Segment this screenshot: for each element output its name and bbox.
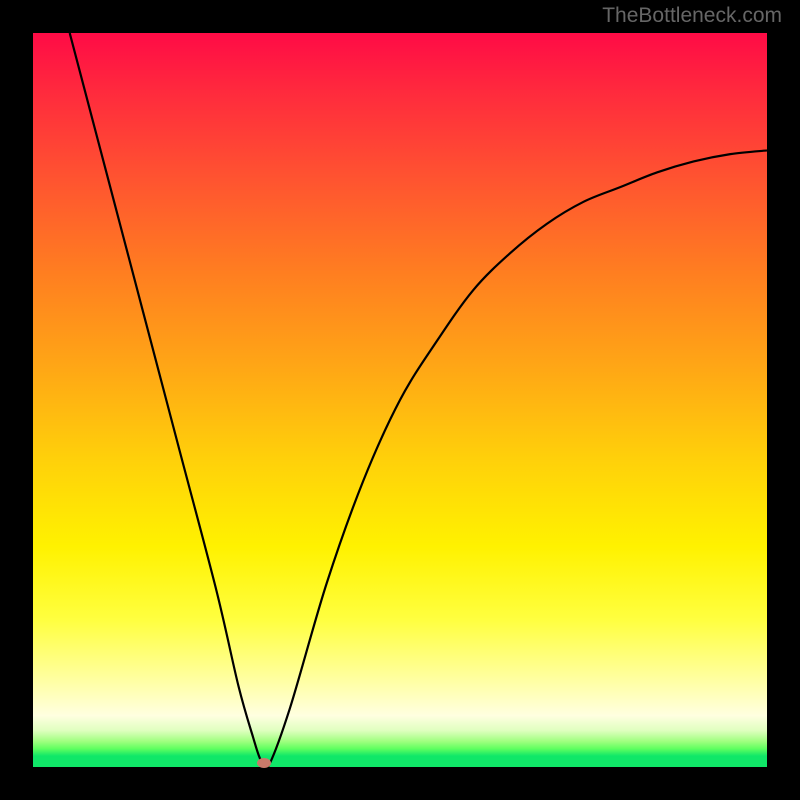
- curve-svg: [33, 33, 767, 767]
- bottleneck-curve: [70, 33, 767, 767]
- watermark-text: TheBottleneck.com: [602, 4, 782, 28]
- plot-area: [33, 33, 767, 767]
